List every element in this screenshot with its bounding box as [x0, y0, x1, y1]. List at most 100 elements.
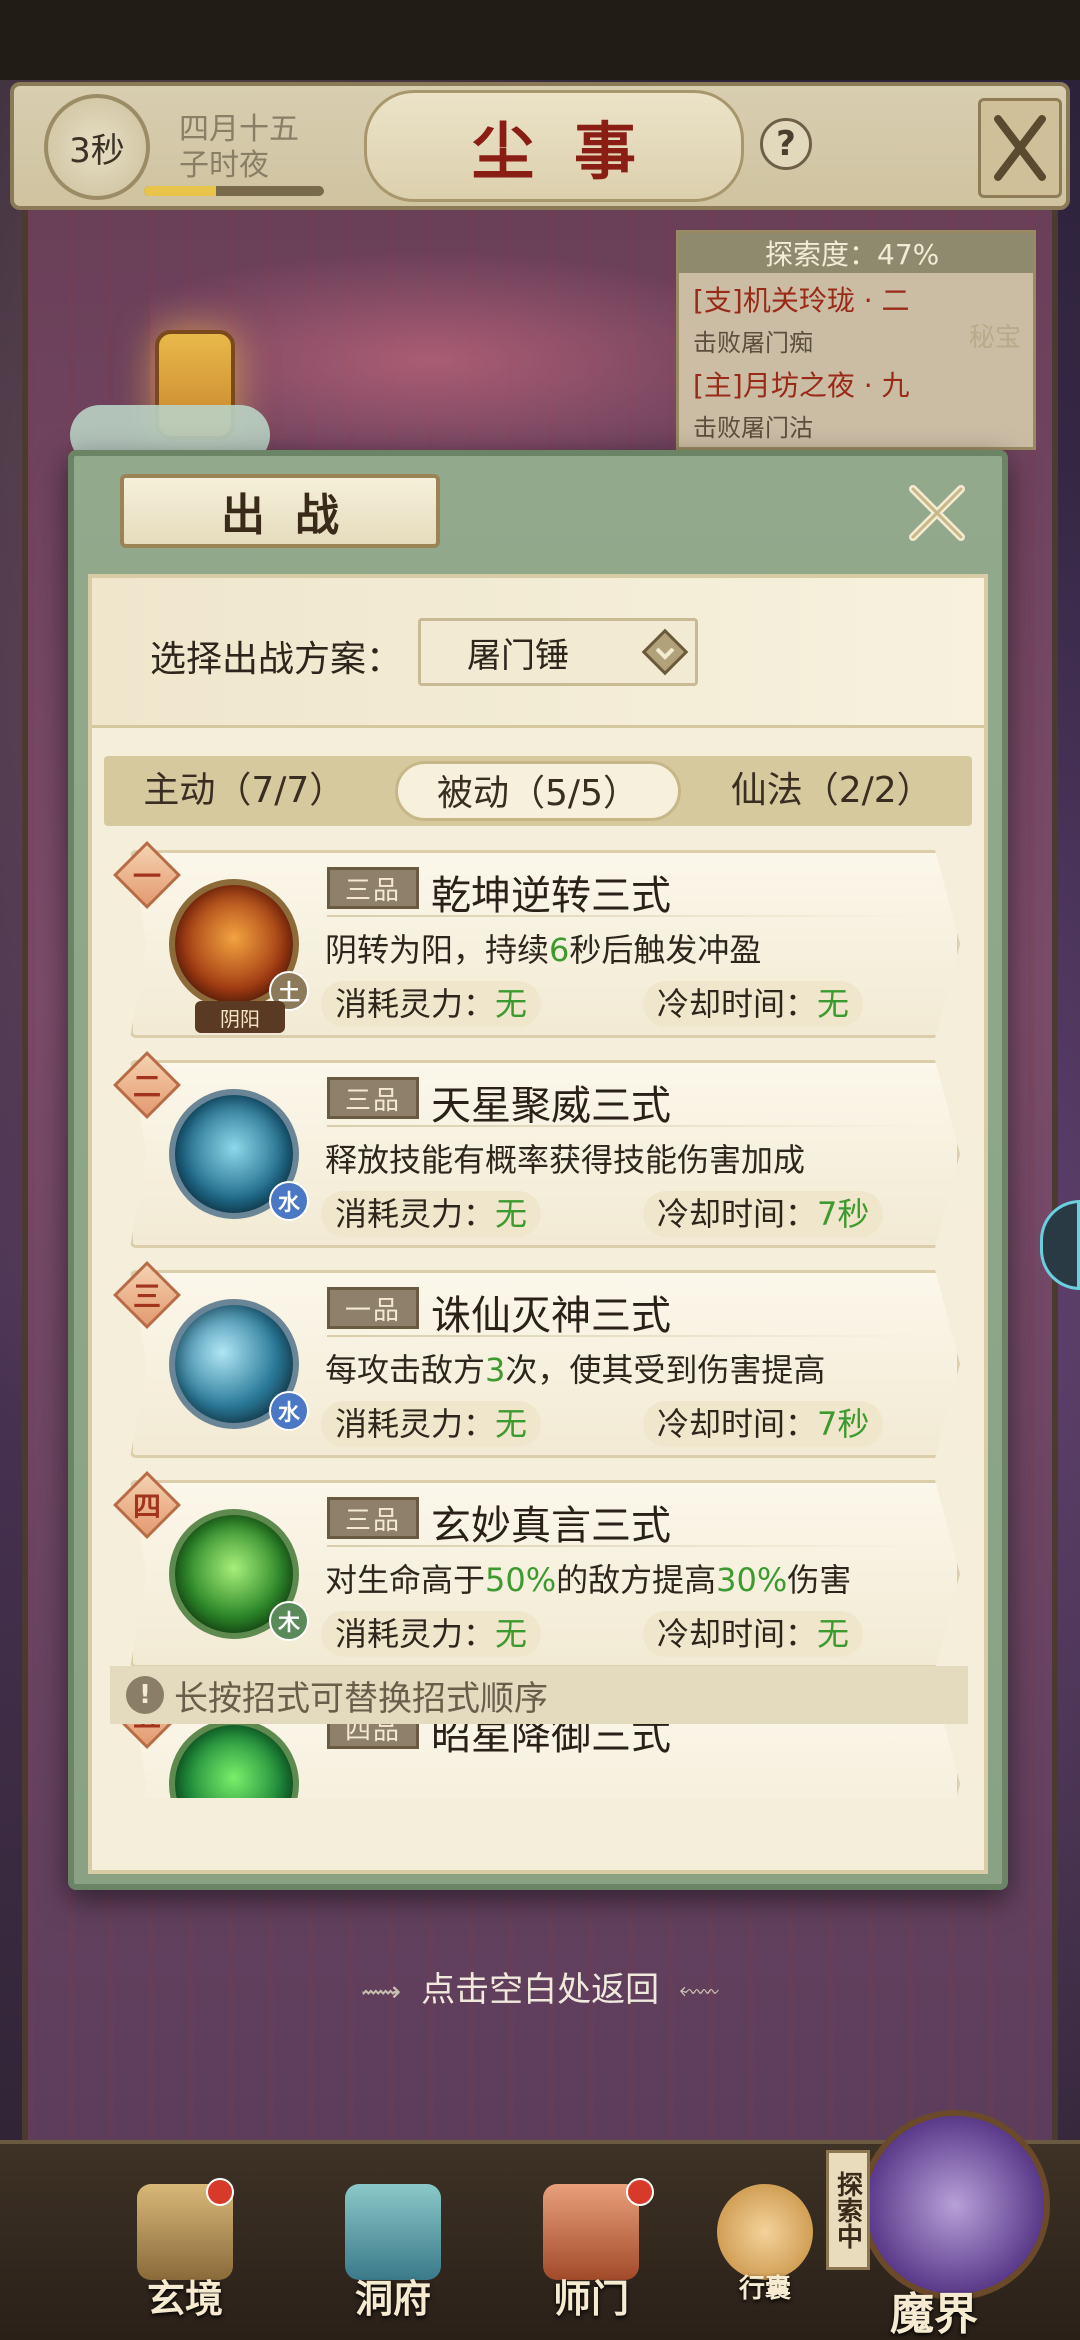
skill-description: 释放技能有概率获得技能伤害加成 [325, 1135, 805, 1181]
timer-badge: 3秒 [44, 94, 150, 200]
nav-xuanjing[interactable]: 玄境 [110, 2178, 260, 2334]
quest-subtitle: 击败屠门沽 [693, 414, 813, 442]
nav-label: 行囊 [738, 2274, 791, 2304]
order-number: 二 [132, 1070, 161, 1103]
crossed-blades-icon [994, 115, 1046, 181]
order-badge: 二 [112, 1050, 182, 1120]
pavilion-icon [345, 2184, 441, 2280]
skill-name: 天星聚威三式 [431, 1083, 671, 1129]
dropdown-diamond-icon [635, 622, 695, 682]
order-number: 三 [132, 1280, 161, 1313]
desc-text: 阴转为阳，持续 [325, 931, 550, 969]
exploration-panel[interactable]: 探索度：47% [支]机关玲珑 · 二 击败屠门痴 秘宝 [主]月坊之夜 · 九… [676, 230, 1036, 450]
page-title: 尘事 [364, 90, 744, 202]
demon-realm-button[interactable]: 探索中 魔界 [820, 2090, 1060, 2340]
desc-text: 每攻击敌方 [325, 1351, 486, 1389]
mana-label: 消耗灵力： [335, 985, 496, 1023]
skill-description: 对生命高于50%的敌方提高30%伤害 [325, 1555, 851, 1601]
element-wood-badge: 木 [269, 1601, 309, 1641]
skill-type-tabs: 主动（7/7） 被动（5/5） 仙法（2/2） [104, 756, 972, 826]
cooldown: 冷却时间：无 [643, 1611, 864, 1657]
timer-text: 3秒 [69, 130, 125, 171]
grade-badge: 三品 [327, 867, 419, 909]
scheme-selector-bar: 选择出战方案： 屠门锤 [92, 578, 984, 728]
cooldown-value: 无 [817, 985, 850, 1023]
grade-badge: 三品 [327, 1497, 419, 1539]
skill-card[interactable]: 土 阴阳 三品 乾坤逆转三式 阴转为阳，持续6秒后触发冲盈 消耗灵力：无 冷却时… [130, 850, 960, 1038]
mana-value: 无 [495, 1615, 528, 1653]
bag-icon [717, 2184, 813, 2280]
desc-value: 6 [549, 931, 570, 969]
help-icon[interactable]: ? [760, 118, 812, 170]
scheme-dropdown[interactable]: 屠门锤 [418, 618, 698, 686]
skill-list[interactable]: 土 阴阳 三品 乾坤逆转三式 阴转为阳，持续6秒后触发冲盈 消耗灵力：无 冷却时… [112, 838, 972, 1798]
swirl-right-icon: ⬳ [679, 1975, 720, 2008]
nav-label: 玄境 [146, 2276, 223, 2321]
dialog-title: 出战 [120, 474, 440, 548]
exploration-progress: 探索度：47% [679, 233, 1033, 273]
mana-value: 无 [495, 1405, 528, 1443]
cooldown-value: 7秒 [817, 1195, 870, 1233]
desc-text: 的敌方提高 [556, 1561, 717, 1599]
order-badge: 一 [112, 840, 182, 910]
swirl-left-icon: ⟿ [360, 1975, 402, 2008]
tab-passive-skills[interactable]: 被动（5/5） [394, 761, 682, 821]
desc-text: 秒后触发冲盈 [569, 931, 762, 969]
battle-dialog: 出战 选择出战方案： 屠门锤 主动（7/7） 被动（5/5） 仙法（2/2） 土… [68, 450, 1008, 1890]
header-close-button[interactable] [978, 98, 1062, 198]
mana-label: 消耗灵力： [335, 1195, 496, 1233]
skill-icon [169, 1719, 299, 1798]
quest-item[interactable]: [主]月坊之夜 · 九 击败屠门沽 [679, 358, 1033, 443]
realm-portal-icon [860, 2110, 1050, 2300]
skill-description: 阴转为阳，持续6秒后触发冲盈 [325, 925, 761, 971]
cooldown-label: 冷却时间： [657, 1195, 818, 1233]
skill-name: 乾坤逆转三式 [431, 873, 671, 919]
nav-xingnang[interactable]: 行囊 [690, 2184, 840, 2334]
cooldown-label: 冷却时间： [657, 1405, 818, 1443]
divider [327, 915, 927, 917]
date-time-period: 子时夜 [179, 148, 269, 183]
cooldown-label: 冷却时间： [657, 985, 818, 1023]
mana-value: 无 [495, 1195, 528, 1233]
skill-card[interactable]: 水 三品 天星聚威三式 释放技能有概率获得技能伤害加成 消耗灵力：无 冷却时间：… [130, 1060, 960, 1248]
divider [327, 1335, 927, 1337]
status-bar-area [0, 0, 1080, 80]
skill-description: 每攻击敌方3次，使其受到伤害提高 [325, 1345, 825, 1391]
desc-text: 伤害 [787, 1561, 852, 1599]
mana-label: 消耗灵力： [335, 1615, 496, 1653]
tab-immortal-arts[interactable]: 仙法（2/2） [691, 761, 972, 821]
desc-value: 30% [716, 1561, 788, 1599]
cooldown-value: 无 [817, 1615, 850, 1653]
skill-card[interactable]: 水 一品 诛仙灭神三式 每攻击敌方3次，使其受到伤害提高 消耗灵力：无 冷却时间… [130, 1270, 960, 1458]
notification-dot [206, 2178, 234, 2206]
order-number: 一 [132, 860, 161, 893]
grade-badge: 一品 [327, 1287, 419, 1329]
quest-title: [主]月坊之夜 · 九 [693, 369, 910, 402]
tab-active-skills[interactable]: 主动（7/7） [104, 761, 385, 821]
cooldown: 冷却时间：7秒 [643, 1401, 884, 1447]
order-badge: 四 [112, 1470, 182, 1540]
skill-card[interactable]: 木 三品 玄妙真言三式 对生命高于50%的敌方提高30%伤害 消耗灵力：无 冷却… [130, 1480, 960, 1668]
mana-cost: 消耗灵力：无 [321, 1191, 542, 1237]
dialog-close-button[interactable] [902, 478, 972, 548]
time-progress-fill [144, 186, 216, 196]
time-progress-bar [144, 186, 324, 196]
divider [327, 1545, 927, 1547]
scheme-label: 选择出战方案： [150, 639, 403, 680]
order-number: 四 [132, 1490, 161, 1523]
nav-label: 洞府 [354, 2276, 431, 2321]
hint-text: 长按招式可替换招式顺序 [174, 1678, 548, 1719]
nav-label: 师门 [552, 2276, 629, 2321]
quest-tag: 秘宝 [968, 323, 1021, 353]
return-hint-text: 点击空白处返回 [421, 1970, 660, 2010]
reorder-hint: ! 长按招式可替换招式顺序 [110, 1666, 968, 1724]
dialog-body: 选择出战方案： 屠门锤 主动（7/7） 被动（5/5） 仙法（2/2） 土 阴阳… [88, 574, 988, 1874]
nav-shimen[interactable]: 师门 [516, 2178, 666, 2334]
element-water-badge: 水 [269, 1391, 309, 1431]
nav-dongfu[interactable]: 洞府 [318, 2184, 468, 2334]
quest-item[interactable]: [支]机关玲珑 · 二 击败屠门痴 秘宝 [679, 273, 1033, 358]
notification-dot [626, 2178, 654, 2206]
desc-value: 3 [485, 1351, 506, 1389]
desc-text: 对生命高于 [325, 1561, 486, 1599]
element-water-badge: 水 [269, 1181, 309, 1221]
